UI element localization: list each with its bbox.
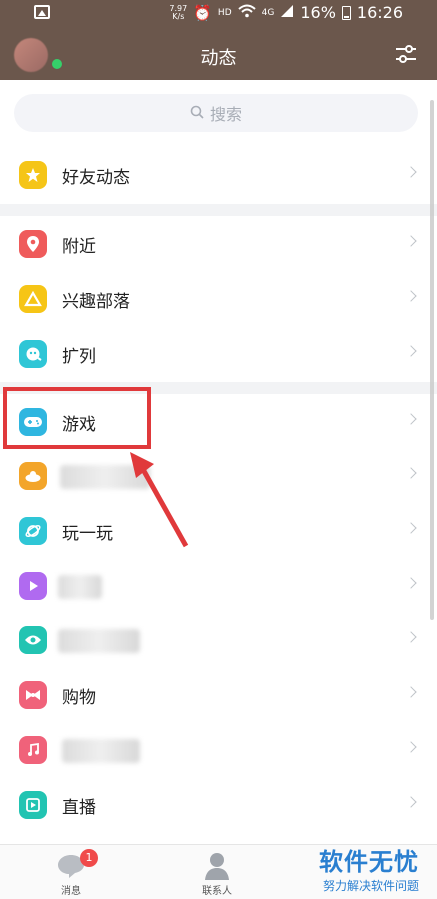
status-right: 7.97 K/s ⏰ HD 4G 16% 16:26 bbox=[169, 3, 403, 22]
unread-badge: 1 bbox=[80, 849, 98, 867]
watermark-subtitle: 努力解决软件问题 bbox=[322, 879, 419, 893]
wifi-icon bbox=[237, 4, 256, 22]
tab-label: 联系人 bbox=[202, 886, 232, 897]
top-bar: 7.97 K/s ⏰ HD 4G 16% 16:26 动态 bbox=[0, 0, 437, 80]
chevron-right-icon bbox=[405, 577, 417, 589]
chevron-right-icon bbox=[405, 522, 417, 534]
status-bar: 7.97 K/s ⏰ HD 4G 16% 16:26 bbox=[0, 0, 437, 26]
eye-icon bbox=[19, 626, 47, 654]
chevron-right-icon bbox=[405, 796, 417, 808]
list-item-label: 兴趣部落 bbox=[62, 292, 130, 312]
list-item-blurred-2[interactable] bbox=[0, 559, 437, 613]
list-item-label: 扩列 bbox=[62, 347, 96, 367]
blurred-label bbox=[62, 739, 140, 763]
list-item-blurred-4[interactable] bbox=[0, 723, 437, 777]
blurred-label bbox=[58, 629, 140, 653]
list-item-label: 附近 bbox=[62, 237, 96, 257]
net-speed-unit: K/s bbox=[172, 11, 185, 21]
search-area: 搜索 bbox=[0, 80, 437, 144]
gallery-notification-icon bbox=[34, 5, 50, 19]
alarm-icon: ⏰ bbox=[193, 3, 212, 22]
list-item-label: 购物 bbox=[62, 688, 96, 708]
tab-messages[interactable]: 1 消息 bbox=[26, 845, 116, 899]
highlight-box bbox=[3, 387, 151, 449]
section-divider bbox=[0, 204, 437, 216]
play-icon bbox=[19, 572, 47, 600]
tab-label: 消息 bbox=[61, 886, 81, 897]
signal-icon bbox=[280, 4, 294, 22]
hd-label: HD bbox=[217, 7, 232, 18]
signal-label: 4G bbox=[261, 7, 275, 18]
list-item-label: 玩一玩 bbox=[62, 524, 113, 544]
list-item-nearby[interactable]: 附近 bbox=[0, 217, 437, 271]
search-input[interactable]: 搜索 bbox=[14, 94, 418, 132]
chevron-right-icon bbox=[405, 686, 417, 698]
search-placeholder: 搜索 bbox=[209, 105, 242, 124]
list-item-live[interactable]: 直播 bbox=[0, 778, 437, 832]
chevron-right-icon bbox=[405, 290, 417, 302]
location-pin-icon bbox=[19, 230, 47, 258]
chevron-right-icon bbox=[405, 166, 417, 178]
chevron-right-icon bbox=[405, 345, 417, 357]
annotation-arrow-icon bbox=[130, 452, 189, 548]
battery-icon bbox=[341, 5, 351, 20]
list-item-shopping[interactable]: 购物 bbox=[0, 668, 437, 722]
bow-icon bbox=[19, 681, 47, 709]
search-icon bbox=[190, 104, 204, 123]
page-title: 动态 bbox=[200, 48, 237, 69]
settings-sliders-icon[interactable] bbox=[395, 44, 417, 64]
list-item-interest-tribe[interactable]: 兴趣部落 bbox=[0, 272, 437, 326]
chevron-right-icon bbox=[405, 235, 417, 247]
net-speed: 7.97 K/s bbox=[169, 4, 187, 21]
chevron-right-icon bbox=[405, 741, 417, 753]
scrollbar[interactable] bbox=[430, 100, 434, 620]
list-item-label: 好友动态 bbox=[62, 168, 130, 188]
battery-percent: 16% bbox=[300, 3, 336, 22]
list-item-expand[interactable]: 扩列 bbox=[0, 327, 437, 381]
list-item-blurred-3[interactable] bbox=[0, 613, 437, 667]
chevron-right-icon bbox=[405, 467, 417, 479]
status-time: 16:26 bbox=[356, 3, 403, 22]
planet-icon bbox=[19, 517, 47, 545]
list-item-friends-feed[interactable]: 好友动态 bbox=[0, 148, 437, 202]
person-icon bbox=[205, 853, 229, 880]
list-item-label: 直播 bbox=[62, 798, 96, 818]
music-note-icon bbox=[19, 736, 47, 764]
chevron-right-icon bbox=[405, 631, 417, 643]
chevron-right-icon bbox=[405, 413, 417, 425]
live-play-icon bbox=[19, 791, 47, 819]
tent-icon bbox=[19, 285, 47, 313]
watermark-title: 软件无忧 bbox=[319, 848, 419, 876]
star-icon bbox=[19, 161, 47, 189]
penguin-chat-icon bbox=[19, 340, 47, 368]
list-item-blurred-1[interactable] bbox=[0, 449, 437, 503]
list-item-play[interactable]: 玩一玩 bbox=[0, 504, 437, 558]
watermark: 软件无忧 努力解决软件问题 bbox=[319, 842, 419, 894]
dish-icon bbox=[19, 462, 47, 490]
blurred-label bbox=[58, 575, 102, 599]
tab-contacts[interactable]: 联系人 bbox=[172, 845, 262, 899]
